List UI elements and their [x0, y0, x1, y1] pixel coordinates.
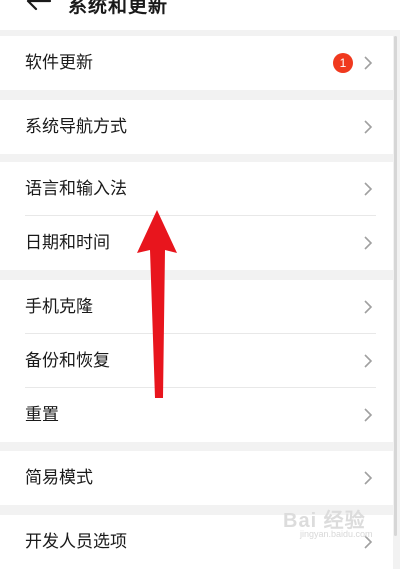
phone-clone-item[interactable]: 手机克隆 — [0, 280, 393, 334]
developer-options-label: 开发人员选项 — [25, 532, 127, 552]
software-update-label: 软件更新 — [25, 53, 93, 73]
date-time-label: 日期和时间 — [25, 233, 110, 253]
scrollbar[interactable] — [394, 36, 397, 536]
language-input-item[interactable]: 语言和输入法 — [0, 162, 393, 216]
system-navigation-item[interactable]: 系统导航方式 — [0, 100, 393, 154]
chevron-right-icon — [364, 56, 373, 70]
settings-group-language-time: 语言和输入法 日期和时间 — [0, 162, 393, 270]
settings-group-update: 软件更新 1 — [0, 36, 393, 90]
backup-restore-label: 备份和恢复 — [25, 351, 110, 371]
reset-label: 重置 — [25, 405, 59, 425]
system-navigation-label: 系统导航方式 — [25, 117, 127, 137]
simple-mode-item[interactable]: 简易模式 — [0, 451, 393, 505]
software-update-item[interactable]: 软件更新 1 — [0, 36, 393, 90]
chevron-right-icon — [364, 408, 373, 422]
settings-group-navigation: 系统导航方式 — [0, 100, 393, 154]
language-input-label: 语言和输入法 — [25, 179, 127, 199]
chevron-right-icon — [364, 471, 373, 485]
update-count-badge: 1 — [333, 53, 353, 73]
reset-item[interactable]: 重置 — [0, 388, 393, 442]
backup-restore-item[interactable]: 备份和恢复 — [0, 334, 393, 388]
settings-group-backup: 手机克隆 备份和恢复 重置 — [0, 280, 393, 442]
chevron-right-icon — [364, 120, 373, 134]
chevron-right-icon — [364, 182, 373, 196]
arrow-left-icon[interactable] — [24, 0, 54, 16]
chevron-right-icon — [364, 236, 373, 250]
date-time-item[interactable]: 日期和时间 — [0, 216, 393, 270]
chevron-right-icon — [364, 300, 373, 314]
phone-clone-label: 手机克隆 — [25, 297, 93, 317]
watermark-subtext: jingyan.baidu.com — [300, 529, 373, 539]
header: 系统和更新 — [0, 0, 400, 30]
page-title: 系统和更新 — [68, 0, 169, 17]
chevron-right-icon — [364, 354, 373, 368]
settings-group-simple-mode: 简易模式 — [0, 451, 393, 505]
simple-mode-label: 简易模式 — [25, 468, 93, 488]
